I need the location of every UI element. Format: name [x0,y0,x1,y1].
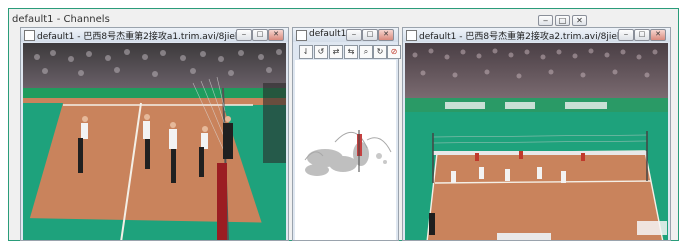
stroboscope-view[interactable] [295,60,396,240]
outer-minimize-button[interactable]: ‒ [538,15,553,26]
close-icon: ✕ [576,16,583,25]
close-icon: ✕ [273,30,279,38]
channel-right-maximize-button[interactable]: □ [634,29,650,41]
app-icon [24,30,35,41]
swap-right-icon: ⇄ [332,47,340,56]
video-frame-left[interactable] [23,43,286,240]
outer-maximize-button[interactable]: □ [555,15,570,26]
refresh-icon: ↻ [376,47,384,56]
channel-window-middle[interactable]: default1 - St... ‒ □ ✕ ⇃ ↺ ⇄ ⇆ ⌕ ↻ ⊘ [292,27,401,241]
volleyball-scene-right [405,43,668,240]
toolbar-button-3[interactable]: ⇄ [329,45,343,59]
motion-trail-graphic [304,130,392,176]
toolbar-button-1[interactable]: ⇃ [299,45,313,59]
video-frame-right[interactable] [405,43,668,240]
channel-middle-close-button[interactable]: ✕ [378,29,394,41]
channel-left-maximize-button[interactable]: □ [252,29,268,41]
channel-left-titlebar[interactable]: default1 - 巴西8号杰重第2接攻a1.trim.avi/8jiekui… [21,28,288,42]
toolbar-button-7[interactable]: ⊘ [387,45,401,59]
channel-left-minimize-button[interactable]: ‒ [236,29,252,41]
channel-right-titlebar[interactable]: default1 - 巴西8号杰重第2接攻a2.trim.avi/8jiekui… [403,28,670,42]
volleyball-scene-left [23,43,286,240]
minimize-icon: ‒ [623,30,629,38]
toolbar-button-5[interactable]: ⌕ [359,45,373,59]
channel-window-left[interactable]: default1 - 巴西8号杰重第2接攻a1.trim.avi/8jiekui… [20,27,289,241]
toolbar-button-2[interactable]: ↺ [314,45,328,59]
app-icon [406,30,417,41]
channel-window-right[interactable]: default1 - 巴西8号杰重第2接攻a2.trim.avi/8jiekui… [402,27,671,241]
toolbar-button-4[interactable]: ⇆ [344,45,358,59]
toolbar-button-6[interactable]: ↻ [373,45,387,59]
close-icon: ✕ [383,30,389,38]
close-icon: ✕ [655,30,661,38]
rotate-left-icon: ↺ [317,47,325,56]
channels-window-title: default1 - Channels [12,14,110,25]
minimize-icon: ‒ [241,30,247,38]
zoom-icon: ⌕ [363,47,369,56]
channel-right-close-button[interactable]: ✕ [650,29,666,41]
swap-left-icon: ⇆ [347,47,355,56]
maximize-icon: □ [558,16,567,25]
outer-close-button[interactable]: ✕ [572,15,587,26]
minimize-icon: ‒ [542,16,549,25]
channel-middle-maximize-button[interactable]: □ [362,29,378,41]
maximize-icon: □ [256,30,264,38]
maximize-icon: □ [366,30,374,38]
maximize-icon: □ [638,30,646,38]
channel-left-close-button[interactable]: ✕ [268,29,284,41]
channel-middle-titlebar[interactable]: default1 - St... ‒ □ ✕ [293,28,398,42]
channel-right-minimize-button[interactable]: ‒ [618,29,634,41]
channel-middle-minimize-button[interactable]: ‒ [346,29,362,41]
app-icon [296,30,307,41]
minimize-icon: ‒ [351,30,357,38]
adjust-down-icon: ⇃ [302,47,310,56]
stop-icon: ⊘ [390,47,398,56]
